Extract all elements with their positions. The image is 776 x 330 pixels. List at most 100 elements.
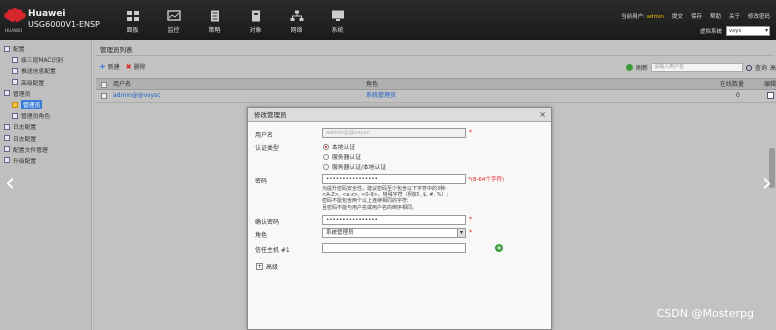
sidebar-item[interactable]: 管理员 [0, 99, 91, 110]
sidebar-item-label: 升级配置 [13, 158, 37, 165]
row-checkbox[interactable] [101, 93, 107, 99]
sidebar-item-label: 日志配置 [13, 125, 37, 132]
radio-dot-icon [323, 143, 329, 150]
required-mark: * [469, 129, 472, 136]
new-button[interactable]: + 新建 [99, 62, 120, 71]
sidebar-item[interactable]: 日志配置 [0, 133, 91, 144]
about-link[interactable]: 关于 [729, 12, 740, 20]
page-icon [12, 56, 18, 63]
trusted-host-label: 信任主机 #1 [255, 247, 290, 254]
product-brand: Huawei USG6000V1-ENSP [28, 9, 100, 29]
delete-icon: ✖ [125, 62, 132, 71]
query-button[interactable]: 查询 [755, 63, 767, 72]
refresh-button[interactable]: 刷新 [636, 63, 648, 72]
sidebar-item[interactable]: 接三层MAC识别 [0, 54, 91, 65]
nav-policy[interactable]: 策略 [194, 6, 235, 38]
next-arrow-icon[interactable]: › [762, 168, 772, 198]
search-input[interactable]: 请输入用户名 [650, 63, 743, 72]
trusted-host-field[interactable] [322, 243, 466, 253]
expand-icon: + [256, 263, 263, 270]
username-label: 用户名 [255, 132, 274, 139]
monitor-icon [166, 10, 181, 21]
policy-icon [210, 10, 219, 22]
folder-icon [4, 123, 10, 130]
top-links: 当前用户: admin 提交 保存 帮助 关于 修改密码 [621, 12, 770, 20]
auth-server-radio[interactable]: 服务器认证 [323, 152, 361, 161]
dialog-title: 修改管理员 × [248, 108, 551, 122]
toolbar: + 新建 ✖ 删除 [99, 62, 146, 71]
add-host-icon[interactable]: + [495, 244, 503, 252]
nav-network[interactable]: 网络 [276, 6, 317, 38]
select-all-checkbox[interactable] [101, 82, 107, 88]
dashboard-icon [126, 11, 139, 21]
device-model: USG6000V1-ENSP [28, 20, 100, 29]
current-user-label: 当前用户: admin [621, 14, 664, 20]
folder-icon [4, 90, 10, 97]
plus-icon: + [99, 61, 106, 71]
page-title: 管理员列表 [96, 44, 774, 56]
sidebar-item-label: 接三层MAC识别 [21, 58, 63, 65]
vsys-select[interactable]: vsys [726, 26, 770, 36]
edit-icon[interactable] [767, 92, 774, 99]
role-link[interactable]: 系统管理员 [366, 90, 396, 102]
table-row[interactable]: admin@@vsysc 系统管理员 0 [96, 90, 776, 103]
role-label: 角色 [255, 232, 268, 239]
sidebar-item[interactable]: 管理员角色 [0, 110, 91, 121]
delete-button[interactable]: ✖ 删除 [126, 62, 146, 71]
page-icon [12, 67, 18, 74]
brand-name: Huawei [28, 9, 66, 19]
folder-icon [4, 146, 10, 153]
page-icon [12, 112, 18, 119]
close-icon[interactable]: × [539, 108, 546, 122]
required-mark: * [469, 229, 472, 236]
refresh-icon[interactable] [625, 64, 633, 71]
table-header: 用户名 角色 在线数量 编辑 [96, 78, 776, 90]
username-link[interactable]: admin@@vsysc [113, 90, 160, 102]
password-field[interactable]: •••••••••••••••• [322, 174, 466, 184]
folder-icon [4, 135, 10, 142]
vsys-switcher: 虚拟系统 vsys [700, 26, 770, 36]
confirm-password-field[interactable]: •••••••••••••••• [322, 215, 466, 225]
nav-dashboard[interactable]: 面板 [112, 6, 153, 38]
sidebar-item-label: 高级配置 [21, 80, 45, 87]
more-button[interactable]: 高 [770, 63, 776, 72]
sidebar-item[interactable]: 升级配置 [0, 155, 91, 166]
sidebar-item-label: 管理员 [13, 91, 31, 98]
search-icon[interactable] [745, 64, 752, 71]
sidebar-item[interactable]: 高级配置 [0, 77, 91, 88]
current-user: admin [646, 14, 664, 20]
auth-server-local-radio[interactable]: 服务器认证/本地认证 [323, 162, 386, 171]
commit-link[interactable]: 提交 [672, 12, 683, 20]
nav-object[interactable]: 对象 [235, 6, 276, 38]
password-hint: 为提升密码安全性，建议密码至少包含以下字符中的3种: <A-Z>, <a-z>,… [322, 186, 449, 211]
sidebar-item[interactable]: 配置 [0, 43, 91, 54]
sidebar-item-label: 推送信息配置 [21, 69, 56, 76]
role-select[interactable]: 系统管理员 ▾ [322, 228, 466, 238]
system-icon [331, 10, 344, 21]
sidebar-item[interactable]: 日志配置 [0, 121, 91, 132]
save-link[interactable]: 保存 [691, 12, 702, 20]
nav-system[interactable]: 系统 [317, 6, 358, 38]
prev-arrow-icon[interactable]: ‹ [5, 168, 15, 198]
sidebar-item-label: 配置文件管理 [13, 147, 48, 154]
sidebar-item[interactable]: 配置文件管理 [0, 144, 91, 155]
advanced-toggle[interactable]: + 高级 [256, 262, 278, 271]
auth-type-label: 认证类型 [255, 145, 280, 152]
watermark: CSDN @Mosterpg [656, 307, 754, 320]
password-label: 密码 [255, 178, 268, 185]
huawei-logo: HUAWEI [3, 6, 27, 34]
help-link[interactable]: 帮助 [710, 12, 721, 20]
main-nav: 面板 监控 策略 对象 网络 系统 [112, 6, 358, 38]
chevron-down-icon: ▾ [457, 229, 465, 237]
auth-local-radio[interactable]: 本地认证 [323, 142, 355, 151]
sidebar-item-label: 管理员 [21, 100, 43, 110]
sidebar-item[interactable]: 管理员 [0, 88, 91, 99]
username-field: admin@@vsysc [322, 128, 466, 138]
folder-icon [4, 45, 10, 52]
search-bar: 刷新 请输入用户名 查询 高 [625, 63, 776, 72]
sidebar-item[interactable]: 推送信息配置 [0, 65, 91, 76]
sidebar-item-label: 配置 [13, 47, 25, 54]
nav-monitor[interactable]: 监控 [153, 6, 194, 38]
required-mark: * [469, 216, 472, 223]
change-password-link[interactable]: 修改密码 [748, 12, 770, 20]
